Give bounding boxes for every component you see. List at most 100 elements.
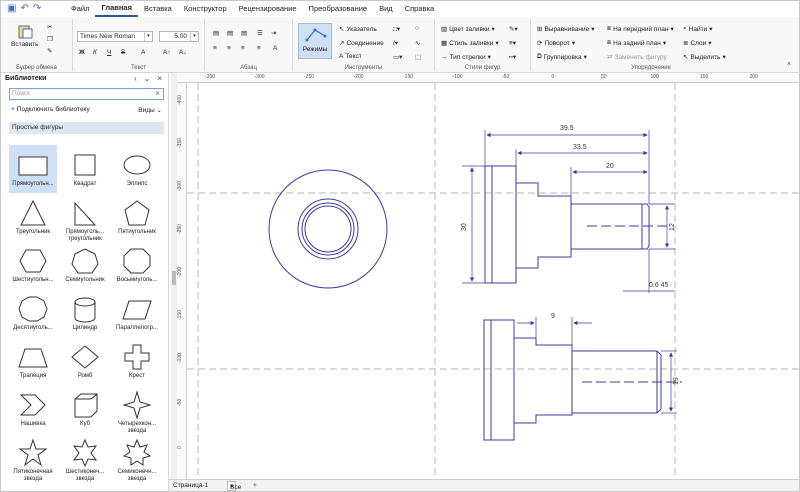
scrollbar-thumb[interactable] <box>172 271 176 285</box>
font-size-input[interactable]: 5.00 ▾ <box>159 31 199 42</box>
chevron-down-icon[interactable]: ⌄ <box>144 74 151 83</box>
bullets-icon[interactable]: ☰ <box>257 29 263 37</box>
shape-ellipse[interactable]: Эллипс <box>113 145 161 193</box>
line-color-icon[interactable]: ✎▾ <box>509 25 518 33</box>
shape-cross[interactable]: Крест <box>113 337 161 385</box>
connect-library-button[interactable]: + Подключить библиотеку <box>11 106 90 113</box>
line-tool-icon[interactable]: /▾ <box>393 39 398 47</box>
shrink-font-icon[interactable]: A↓ <box>179 49 187 56</box>
menu-file[interactable]: Файл <box>65 1 95 17</box>
shape-heptagon[interactable]: Семиугольник <box>61 241 109 289</box>
send-back-button[interactable]: ⧈ На задний план ▾ <box>607 39 666 47</box>
page-tab[interactable]: Страница-1 <box>173 482 208 489</box>
justify-icon[interactable]: ≡ <box>257 45 261 52</box>
save-icon[interactable]: ▣ <box>7 4 16 14</box>
format-painter-icon[interactable]: ✎ <box>47 47 52 55</box>
layers-button[interactable]: ≣ Слои ▾ <box>683 39 712 48</box>
menu-help[interactable]: Справка <box>399 1 440 17</box>
arrow-type-button[interactable]: → Тип стрелки ▾ <box>441 53 491 62</box>
select-label: Выделить <box>690 53 721 61</box>
menu-transform[interactable]: Преобразование <box>303 1 374 17</box>
shape-decagon[interactable]: Десятиуголь... <box>9 289 57 337</box>
shape-cube[interactable]: Куб <box>61 385 109 433</box>
text-tool[interactable]: A Текст <box>339 53 362 60</box>
connection-tool[interactable]: ↗ Соединение <box>339 39 384 48</box>
shape-rectangle[interactable]: Прямоугольн... <box>9 145 57 193</box>
bold-button[interactable]: Ж <box>79 49 85 56</box>
all-pages-dropdown[interactable]: Все ▾ <box>227 481 241 491</box>
shape-trapezoid[interactable]: Трапеция <box>9 337 57 385</box>
copy-icon[interactable]: ❐ <box>47 35 53 43</box>
menu-home[interactable]: Главная <box>95 1 138 17</box>
add-page-button[interactable]: + <box>253 482 257 489</box>
paste-button[interactable]: Вставить <box>11 23 39 48</box>
close-icon[interactable]: × <box>157 74 162 83</box>
strikethrough-button[interactable]: S <box>121 49 125 56</box>
shape-hexagon[interactable]: Шестиугольн... <box>9 241 57 289</box>
shape-star5[interactable]: Пятиконечная звезда <box>9 433 57 482</box>
align-center-icon[interactable]: ≡ <box>227 45 231 52</box>
shape-triangle[interactable]: Треугольник <box>9 193 57 241</box>
menu-review[interactable]: Рецензирование <box>233 1 303 17</box>
fill-style-button[interactable]: ▦ Стиль заливки ▾ <box>441 39 499 48</box>
shape-parallelogram[interactable]: Параллелогр... <box>113 289 161 337</box>
align-left-icon[interactable]: ≡ <box>213 45 217 52</box>
align-bottom-icon[interactable]: ▤ <box>241 29 247 37</box>
drawing-canvas[interactable]: 39.5 33.5 20 30 12 0.6 45 9 19 <box>187 83 799 479</box>
text-direction-icon[interactable]: A <box>273 45 277 52</box>
collapse-ribbon-icon[interactable]: ˄ <box>787 61 791 68</box>
shape-cylinder[interactable]: Цилиндр <box>61 289 109 337</box>
align-button[interactable]: ⊞ Выравнивание ▾ <box>537 25 594 34</box>
shape-star4[interactable]: Четырехкон... звезда <box>113 385 161 434</box>
shape-octagon[interactable]: Восьмиуголь... <box>113 241 161 289</box>
undo-icon[interactable]: ↶ <box>20 4 28 14</box>
find-button[interactable]: ⌕ Найти ▾ <box>683 25 712 33</box>
fill-color-button[interactable]: ▨ Цвет заливки ▾ <box>441 25 495 34</box>
shape-pentagon[interactable]: Пятиугольник <box>113 193 161 241</box>
redo-icon[interactable]: ↷ <box>33 4 41 14</box>
collapse-icon[interactable]: ‹ <box>134 74 137 83</box>
shape-rhombus[interactable]: Ромб <box>61 337 109 385</box>
freeform-tool-icon[interactable]: ⬚ <box>415 53 421 61</box>
textbox-tool-icon[interactable]: ▭▾ <box>393 53 402 61</box>
font-family-select[interactable]: Times New Roman ▾ <box>77 31 153 42</box>
front-view[interactable] <box>268 169 388 289</box>
menu-insert[interactable]: Вставка <box>138 1 178 17</box>
underline-button[interactable]: Ч <box>107 49 111 56</box>
italic-button[interactable]: К <box>93 49 97 56</box>
rectangle-tool-icon[interactable]: □▾ <box>393 25 400 33</box>
line-weight-icon[interactable]: ≡▾ <box>509 39 516 47</box>
replace-shape-button[interactable]: ⇄ Заменить фигуру <box>607 53 667 62</box>
pointer-tool[interactable]: ↖ Указатель <box>339 25 377 34</box>
align-top-icon[interactable]: ▤ <box>213 29 219 37</box>
rotate-button[interactable]: ⟳ Поворот ▾ <box>537 39 575 48</box>
search-input[interactable]: Поиск × <box>9 88 164 100</box>
shape-star6[interactable]: Шестиконеч... звезда <box>61 433 109 482</box>
bring-front-button[interactable]: ⧈ На передний план ▾ <box>607 25 674 33</box>
clear-search-icon[interactable]: × <box>155 89 160 99</box>
section-basic-shapes[interactable]: Простые фигуры <box>9 122 164 134</box>
shape-square[interactable]: Квадрат <box>61 145 109 193</box>
shape-star7[interactable]: Семиконечн... звезда <box>113 433 161 482</box>
curve-tool-icon[interactable]: ∿ <box>415 39 420 47</box>
cut-icon[interactable]: ✂ <box>47 23 52 31</box>
font-color-button[interactable]: A <box>141 49 145 56</box>
side-view-top[interactable] <box>484 165 669 284</box>
shape-chevron[interactable]: Нашивка <box>9 385 57 433</box>
line-dash-icon[interactable]: ┅▾ <box>509 53 516 61</box>
menu-design[interactable]: Конструктор <box>178 1 233 17</box>
shape-right-triangle[interactable]: Прямоуголь... треугольник <box>61 193 109 242</box>
ellipse-tool-icon[interactable]: ○ <box>415 25 419 32</box>
modes-button[interactable]: Режимы <box>298 23 332 59</box>
group-button[interactable]: ⧉ Группировка ▾ <box>537 53 587 61</box>
menu-view[interactable]: Вид <box>373 1 399 17</box>
grow-font-icon[interactable]: A↑ <box>163 49 171 56</box>
side-view-bottom[interactable] <box>483 319 682 441</box>
shape-label: Шестиконеч... звезда <box>65 469 105 482</box>
views-dropdown[interactable]: Виды ⌄ <box>138 106 162 114</box>
chevron-down-icon: ▾ <box>190 32 198 41</box>
align-middle-icon[interactable]: ▤ <box>227 29 233 37</box>
select-button[interactable]: ↖ Выделить ▾ <box>683 53 726 62</box>
align-right-icon[interactable]: ≡ <box>241 45 245 52</box>
indent-icon[interactable]: ⇥ <box>271 29 276 37</box>
